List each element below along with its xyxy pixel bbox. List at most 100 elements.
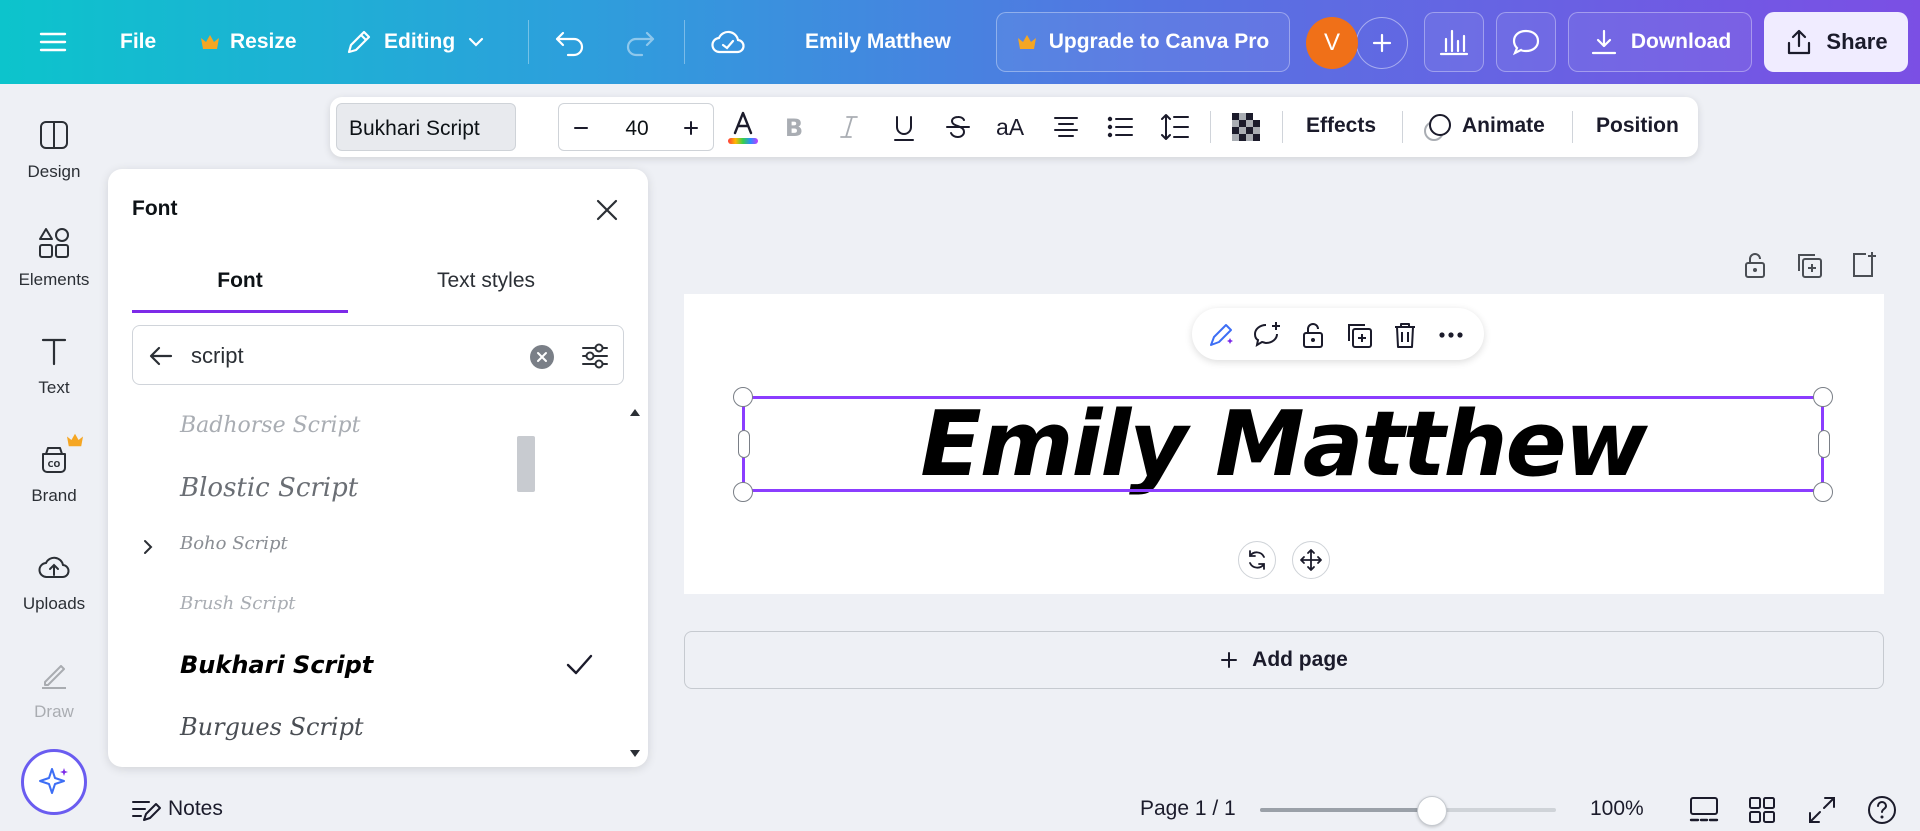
menu-button[interactable] — [38, 0, 68, 84]
comments-button[interactable] — [1496, 12, 1556, 72]
cloud-check-icon — [711, 30, 745, 54]
font-family-select[interactable]: Bukhari Script — [336, 103, 516, 151]
position-button[interactable]: Position — [1596, 114, 1679, 138]
font-name: Blostic Script — [180, 473, 359, 503]
rail-text[interactable]: Text — [0, 334, 108, 398]
undo-button[interactable] — [554, 0, 586, 84]
font-list-item-selected[interactable]: Bukhari Script — [108, 635, 618, 695]
effects-button[interactable]: Effects — [1306, 114, 1376, 138]
duplicate-page-icon[interactable] — [1794, 250, 1824, 280]
page-thumbnails-icon[interactable] — [1688, 794, 1720, 826]
resize-handle-right[interactable] — [1818, 430, 1830, 458]
plus-icon[interactable] — [683, 120, 699, 136]
help-icon[interactable] — [1866, 794, 1898, 826]
align-center-icon[interactable] — [1052, 113, 1080, 141]
font-list-item[interactable]: Burgues Script — [108, 697, 618, 757]
resize-button[interactable]: Resize — [200, 0, 297, 84]
move-handle[interactable] — [1292, 541, 1330, 579]
font-list-item[interactable]: Badhorse Script — [108, 397, 618, 457]
fullscreen-icon[interactable] — [1806, 794, 1838, 826]
top-bar: File Resize Editing Emily Matthew Upgrad… — [0, 0, 1920, 84]
text-toolbar: Bukhari Script 40 B aA Effects Animate P… — [330, 97, 1698, 157]
upgrade-button[interactable]: Upgrade to Canva Pro — [996, 12, 1290, 72]
divider — [684, 20, 685, 64]
resize-handle-top-right[interactable] — [1813, 387, 1833, 407]
font-list-item[interactable]: Boho Script — [108, 517, 618, 577]
lock-icon[interactable] — [1298, 320, 1328, 350]
editing-label: Editing — [384, 30, 456, 53]
resize-handle-bottom-right[interactable] — [1813, 482, 1833, 502]
magic-edit-icon[interactable] — [1206, 320, 1236, 350]
tab-font[interactable]: Font — [132, 269, 348, 313]
more-options-icon[interactable] — [1436, 320, 1466, 350]
zoom-level[interactable]: 100% — [1590, 797, 1644, 821]
document-title[interactable]: Emily Matthew — [805, 0, 951, 84]
file-menu-button[interactable]: File — [120, 0, 156, 84]
filter-sliders-icon[interactable] — [579, 340, 611, 372]
panel-title: Font — [132, 197, 178, 220]
add-page-icon[interactable] — [1848, 250, 1878, 280]
rail-design[interactable]: Design — [0, 118, 108, 182]
animate-button[interactable]: Animate — [1462, 114, 1545, 138]
font-list-scrollbar[interactable] — [517, 436, 535, 492]
elements-icon — [39, 228, 69, 258]
font-list-item[interactable]: Blostic Script — [108, 457, 618, 517]
rotate-handle[interactable] — [1238, 541, 1276, 579]
page-indicator[interactable]: Page 1 / 1 — [1140, 797, 1236, 821]
tab-text-styles[interactable]: Text styles — [348, 269, 624, 313]
duplicate-icon[interactable] — [1344, 320, 1374, 350]
notes-icon[interactable] — [130, 794, 162, 826]
rail-brand[interactable]: CO Brand — [0, 442, 108, 506]
text-color-icon[interactable] — [726, 109, 760, 147]
share-button[interactable]: Share — [1764, 12, 1908, 72]
rail-uploads[interactable]: Uploads — [0, 550, 108, 614]
scroll-up-arrow-icon[interactable] — [628, 406, 642, 418]
chevron-right-icon[interactable] — [140, 537, 156, 557]
invite-button[interactable] — [1356, 17, 1408, 69]
redo-button[interactable] — [624, 0, 656, 84]
rail-text-label: Text — [38, 378, 70, 397]
animate-icon[interactable] — [1422, 111, 1454, 143]
trash-icon[interactable] — [1390, 320, 1420, 350]
rail-draw-label: Draw — [34, 702, 74, 721]
rail-draw[interactable]: Draw — [0, 658, 108, 722]
magic-assistant-button[interactable] — [21, 749, 87, 815]
transparency-icon[interactable] — [1230, 111, 1262, 143]
resize-handle-top-left[interactable] — [733, 387, 753, 407]
avatar[interactable]: V — [1306, 17, 1358, 69]
resize-handle-bottom-left[interactable] — [733, 482, 753, 502]
zoom-slider-fill — [1260, 808, 1432, 812]
scroll-down-arrow-icon[interactable] — [628, 748, 642, 760]
lock-page-icon[interactable] — [1740, 250, 1770, 280]
add-comment-icon[interactable] — [1252, 320, 1282, 350]
line-spacing-icon[interactable] — [1160, 111, 1190, 143]
rail-brand-label: Brand — [31, 486, 77, 505]
add-page-button[interactable]: Add page — [684, 631, 1884, 689]
font-list-item[interactable]: Brush Script — [108, 577, 618, 637]
resize-handle-left[interactable] — [738, 430, 750, 458]
design-icon — [40, 121, 68, 149]
zoom-slider-handle[interactable] — [1416, 796, 1447, 826]
save-status[interactable] — [710, 0, 746, 84]
font-size-value[interactable]: 40 — [617, 117, 657, 141]
back-arrow-icon[interactable] — [147, 342, 175, 370]
notes-button[interactable]: Notes — [168, 797, 223, 821]
insights-button[interactable] — [1424, 12, 1484, 72]
strikethrough-icon[interactable] — [944, 113, 972, 141]
editing-mode-button[interactable]: Editing — [344, 0, 487, 84]
grid-view-icon[interactable] — [1746, 794, 1778, 826]
clear-search-icon[interactable] — [529, 344, 555, 370]
close-icon[interactable] — [592, 195, 622, 225]
bullet-list-icon[interactable] — [1106, 113, 1134, 141]
font-family-value: Bukhari Script — [349, 117, 480, 140]
underline-icon[interactable] — [890, 113, 918, 143]
letter-case-button[interactable]: aA — [996, 114, 1024, 141]
download-button[interactable]: Download — [1568, 12, 1752, 72]
chevron-down-icon — [469, 37, 484, 47]
italic-icon[interactable] — [835, 113, 863, 141]
rail-design-label: Design — [27, 162, 81, 181]
rail-elements[interactable]: Elements — [0, 226, 108, 290]
minus-icon[interactable] — [573, 120, 589, 136]
font-search-input[interactable] — [191, 340, 491, 372]
bold-icon[interactable]: B — [780, 113, 808, 141]
